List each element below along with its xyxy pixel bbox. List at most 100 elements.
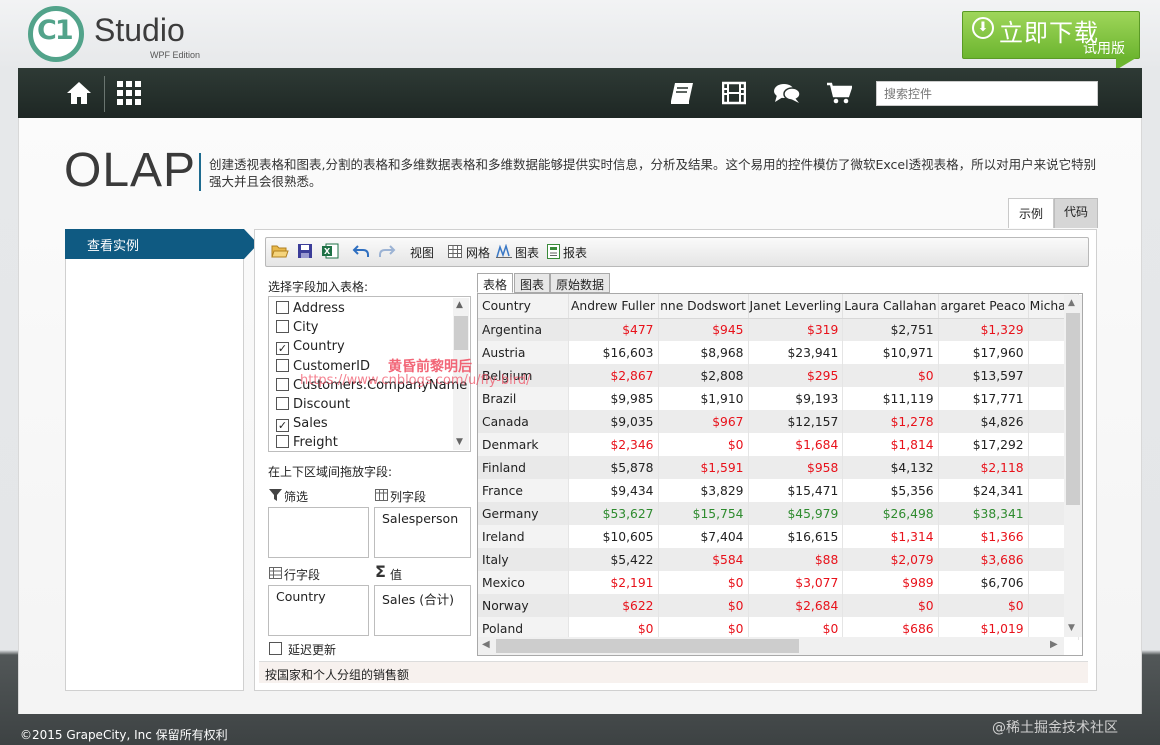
sidebar-item-view-demo[interactable]: 查看实例 xyxy=(65,229,244,259)
grid-cell[interactable]: $17,771 xyxy=(938,387,1029,410)
row-field-chip[interactable]: Country xyxy=(276,589,326,604)
value-field-chip[interactable]: Sales (合计) xyxy=(382,592,454,607)
chevron-down-icon[interactable]: ▼ xyxy=(1068,623,1075,633)
grid-cell[interactable]: $989 xyxy=(842,571,939,594)
grid-cell[interactable]: $10,971 xyxy=(842,341,939,364)
grid-cell[interactable]: $8,968 xyxy=(658,341,749,364)
chevron-up-icon[interactable]: ▲ xyxy=(1068,298,1075,308)
grid-row-header[interactable]: Austria xyxy=(478,341,569,364)
grid-cell[interactable]: $3,829 xyxy=(658,479,749,502)
field-item[interactable]: ✓ Sales xyxy=(276,414,328,433)
grid-cell[interactable]: $319 xyxy=(748,318,844,341)
grid-cell[interactable]: $9,434 xyxy=(568,479,659,502)
field-checkbox[interactable] xyxy=(276,358,289,372)
field-checkbox-checked[interactable]: ✓ xyxy=(276,419,289,433)
field-item[interactable]: ✓ Country xyxy=(276,337,345,356)
grid-cell[interactable]: $967 xyxy=(658,410,749,433)
grid-cell[interactable]: $16,615 xyxy=(748,525,844,548)
grid-cell[interactable]: $1,591 xyxy=(658,456,749,479)
grid-cell[interactable]: $9,985 xyxy=(568,387,659,410)
row-drop-zone[interactable]: Country xyxy=(268,585,369,636)
grid-cell[interactable]: $622 xyxy=(568,594,659,617)
grid-cell[interactable]: $23,941 xyxy=(748,341,844,364)
grid-cell[interactable]: $1,278 xyxy=(842,410,939,433)
grid-cell[interactable]: $17,960 xyxy=(938,341,1029,364)
grid-cell[interactable]: $0 xyxy=(842,594,939,617)
tab-code[interactable]: 代码 xyxy=(1054,198,1098,228)
field-checkbox[interactable] xyxy=(276,301,289,314)
grid-row-header[interactable]: Mexico xyxy=(478,571,569,594)
grid-cell[interactable]: $2,191 xyxy=(568,571,659,594)
grid-cell[interactable]: $2,346 xyxy=(568,433,659,456)
grid-cell[interactable]: $6,706 xyxy=(938,571,1029,594)
column-field-chip[interactable]: Salesperson xyxy=(382,511,458,526)
grid-menu-icon[interactable] xyxy=(116,80,142,106)
tab-demo[interactable]: 示例 xyxy=(1008,198,1054,228)
field-checkbox[interactable] xyxy=(276,435,289,449)
field-checkbox[interactable] xyxy=(276,320,289,334)
grid-cell[interactable]: $3,077 xyxy=(748,571,844,594)
chat-icon[interactable] xyxy=(773,82,801,104)
grid-cell[interactable]: $4,132 xyxy=(842,456,939,479)
grid-cell[interactable]: $1,314 xyxy=(842,525,939,548)
grid-row-header[interactable]: France xyxy=(478,479,569,502)
grid-cell[interactable]: $10,605 xyxy=(568,525,659,548)
chart-view-button[interactable]: 图表 xyxy=(515,244,539,261)
chevron-left-icon[interactable]: ◀ xyxy=(482,639,490,650)
grid-cell[interactable]: $5,878 xyxy=(568,456,659,479)
grid-cell[interactable]: $3,686 xyxy=(938,548,1029,571)
value-drop-zone[interactable]: Sales (合计) xyxy=(374,585,471,636)
chevron-down-icon[interactable]: ▼ xyxy=(456,437,463,447)
search-input[interactable] xyxy=(876,81,1098,106)
grid-row-header[interactable]: Norway xyxy=(478,594,569,617)
grid-cell[interactable]: $26,498 xyxy=(842,502,939,525)
grid-column-header[interactable]: Andrew Fuller xyxy=(568,294,659,319)
grid-cell[interactable]: $15,754 xyxy=(658,502,749,525)
grid-cell[interactable]: $38,341 xyxy=(938,502,1029,525)
grid-cell[interactable]: $53,627 xyxy=(568,502,659,525)
grid-cell[interactable]: $15,471 xyxy=(748,479,844,502)
grid-column-header[interactable]: Laura Callahan xyxy=(842,294,939,319)
report-button[interactable]: 报表 xyxy=(563,244,587,261)
field-checkbox[interactable] xyxy=(276,397,289,410)
film-icon[interactable] xyxy=(722,81,746,105)
grid-view-button[interactable]: 网格 xyxy=(466,244,490,261)
grid-column-header[interactable]: Janet Leverling xyxy=(748,294,844,319)
grid-cell[interactable]: $584 xyxy=(658,548,749,571)
download-trial-button[interactable]: ⬇ 立即下载 试用版 xyxy=(962,11,1140,59)
grid-cell[interactable]: $9,193 xyxy=(748,387,844,410)
grid-cell[interactable]: $1,329 xyxy=(938,318,1029,341)
open-folder-icon[interactable] xyxy=(271,243,289,259)
grid-cell[interactable]: $1,910 xyxy=(658,387,749,410)
grid-tab-raw-data[interactable]: 原始数据 xyxy=(550,273,611,293)
cart-icon[interactable] xyxy=(826,82,852,104)
field-list-scroll-thumb[interactable] xyxy=(454,316,468,350)
grid-cell[interactable]: $2,751 xyxy=(842,318,939,341)
grid-cell[interactable]: $1,366 xyxy=(938,525,1029,548)
grid-cell[interactable]: $45,979 xyxy=(748,502,844,525)
home-icon[interactable] xyxy=(66,80,92,106)
grid-row-header[interactable]: Brazil xyxy=(478,387,569,410)
grid-cell[interactable]: $2,684 xyxy=(748,594,844,617)
excel-export-icon[interactable]: X xyxy=(321,243,339,259)
grid-cell[interactable]: $9,035 xyxy=(568,410,659,433)
grid-cell[interactable]: $945 xyxy=(658,318,749,341)
redo-icon[interactable] xyxy=(378,243,396,259)
grid-column-header[interactable]: Country xyxy=(478,294,569,319)
grid-row-header[interactable]: Argentina xyxy=(478,318,569,341)
grid-cell[interactable]: $4,826 xyxy=(938,410,1029,433)
grid-cell[interactable]: $1,814 xyxy=(842,433,939,456)
grid-row-header[interactable]: Canada xyxy=(478,410,569,433)
defer-update-checkbox[interactable] xyxy=(269,642,282,655)
grid-cell[interactable]: $958 xyxy=(748,456,844,479)
grid-cell[interactable]: $295 xyxy=(748,364,844,387)
grid-column-header[interactable]: argaret Peaco xyxy=(938,294,1029,319)
grid-vertical-scroll-thumb[interactable] xyxy=(1066,313,1080,505)
grid-cell[interactable]: $2,079 xyxy=(842,548,939,571)
field-checkbox[interactable] xyxy=(276,377,289,391)
grid-cell[interactable]: $17,292 xyxy=(938,433,1029,456)
grid-cell[interactable]: $2,118 xyxy=(938,456,1029,479)
column-drop-zone[interactable]: Salesperson xyxy=(374,507,471,558)
field-item[interactable]: Freight xyxy=(276,433,338,452)
grid-cell[interactable]: $477 xyxy=(568,318,659,341)
